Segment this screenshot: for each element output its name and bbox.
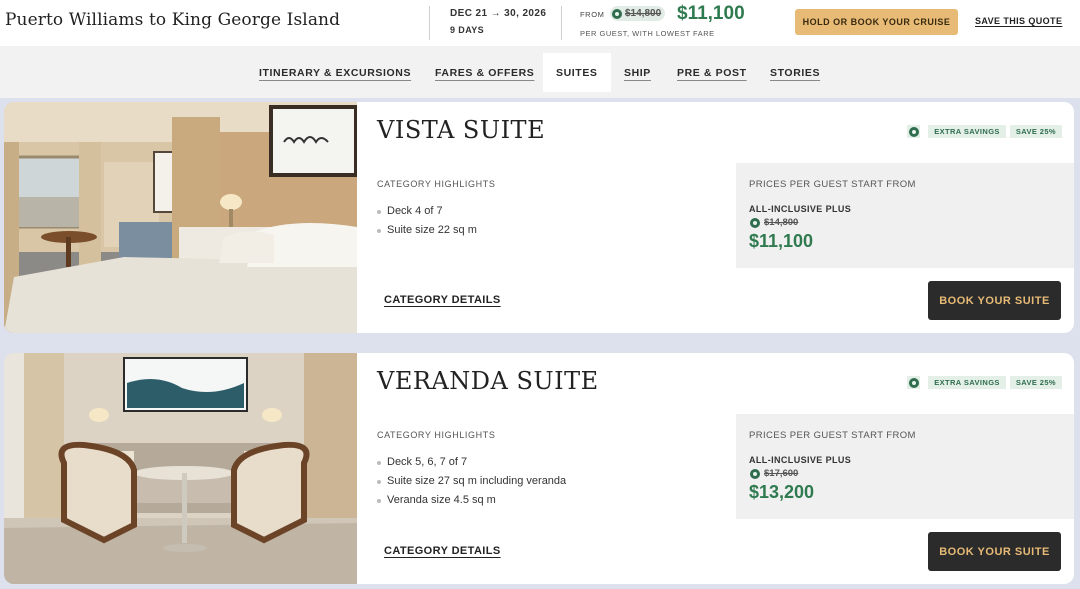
highlight-item: Deck 5, 6, 7 of 7 — [377, 456, 566, 475]
savings-icon — [907, 125, 921, 138]
lowest-price: $11,100 — [677, 3, 745, 24]
fare-tier: ALL-INCLUSIVE PLUS — [749, 455, 852, 465]
highlight-item: Deck 4 of 7 — [377, 205, 477, 224]
price-box: PRICES PER GUEST START FROM ALL-INCLUSIV… — [736, 163, 1074, 268]
tab-label: PRE & POST — [677, 67, 747, 79]
savings-icon — [907, 376, 921, 389]
vista-suite-image — [4, 102, 357, 333]
price-label: PRICES PER GUEST START FROM — [749, 179, 916, 190]
tab-ship[interactable]: SHIP — [624, 46, 651, 92]
per-guest-note: PER GUEST, WITH LOWEST FARE — [580, 29, 715, 38]
suite-photo[interactable] — [4, 102, 357, 333]
trip-dates: DEC 21 → 30, 2026 — [450, 8, 547, 19]
suite-card: VISTA SUITE EXTRA SAVINGS SAVE 25% CATEG… — [4, 102, 1074, 333]
save-quote-link[interactable]: SAVE THIS QUOTE — [975, 16, 1062, 26]
tab-itinerary[interactable]: ITINERARY & EXCURSIONS — [259, 46, 411, 92]
savings-icon — [612, 8, 622, 19]
suite-card: VERANDA SUITE EXTRA SAVINGS SAVE 25% CAT… — [4, 353, 1074, 584]
suite-name: VISTA SUITE — [377, 116, 546, 144]
tab-stories[interactable]: STORIES — [770, 46, 820, 92]
original-price-pill: $14,800 — [610, 6, 666, 21]
book-suite-button[interactable]: BOOK YOUR SUITE — [928, 281, 1061, 320]
fare-tier: ALL-INCLUSIVE PLUS — [749, 204, 852, 214]
divider — [561, 6, 562, 40]
tab-fares[interactable]: FARES & OFFERS — [435, 46, 534, 92]
suite-price: $11,100 — [749, 231, 814, 251]
price-box: PRICES PER GUEST START FROM ALL-INCLUSIV… — [736, 414, 1074, 519]
original-price-row: $14,800 — [750, 217, 798, 228]
tab-label: SHIP — [624, 67, 651, 79]
highlights-title: CATEGORY HIGHLIGHTS — [377, 430, 496, 440]
original-price: $14,800 — [764, 217, 799, 228]
highlight-item: Suite size 22 sq m — [377, 224, 477, 243]
save-percent-badge: SAVE 25% — [1009, 376, 1062, 389]
tab-label: FARES & OFFERS — [435, 67, 535, 79]
suite-photo[interactable] — [4, 353, 357, 584]
tab-label: ITINERARY & EXCURSIONS — [259, 67, 412, 79]
divider — [429, 6, 430, 40]
highlights-list: Deck 5, 6, 7 of 7 Suite size 27 sq m inc… — [377, 456, 566, 513]
price-label: PRICES PER GUEST START FROM — [749, 430, 916, 441]
original-price: $17,600 — [764, 468, 799, 479]
badge-row: EXTRA SAVINGS SAVE 25% — [907, 376, 1062, 389]
suite-price: $13,200 — [749, 482, 815, 502]
tab-pre-post[interactable]: PRE & POST — [677, 46, 747, 92]
highlights-list: Deck 4 of 7 Suite size 22 sq m — [377, 205, 477, 243]
book-suite-button[interactable]: BOOK YOUR SUITE — [928, 532, 1061, 571]
hold-or-book-button[interactable]: HOLD OR BOOK YOUR CRUISE — [795, 9, 958, 35]
tab-label: SUITES — [556, 67, 598, 79]
tab-label: STORIES — [770, 67, 821, 79]
category-details-link[interactable]: CATEGORY DETAILS — [384, 545, 501, 557]
cruise-header: Puerto Williams to King George Island DE… — [0, 0, 1080, 46]
highlight-item: Suite size 27 sq m including veranda — [377, 475, 566, 494]
original-price: $14,800 — [625, 8, 662, 19]
badge-row: EXTRA SAVINGS SAVE 25% — [907, 125, 1062, 138]
save-percent-badge: SAVE 25% — [1009, 125, 1062, 138]
extra-savings-badge: EXTRA SAVINGS — [928, 376, 1006, 389]
tab-suites[interactable]: SUITES — [543, 53, 611, 92]
suite-name: VERANDA SUITE — [377, 367, 599, 395]
savings-icon — [750, 217, 760, 228]
from-label: FROM — [580, 10, 605, 19]
veranda-suite-image — [4, 353, 357, 584]
section-nav: ITINERARY & EXCURSIONS FARES & OFFERS SU… — [0, 46, 1080, 98]
savings-icon — [750, 468, 760, 479]
trip-duration: 9 DAYS — [450, 25, 485, 35]
highlights-title: CATEGORY HIGHLIGHTS — [377, 179, 496, 189]
extra-savings-badge: EXTRA SAVINGS — [928, 125, 1006, 138]
category-details-link[interactable]: CATEGORY DETAILS — [384, 294, 501, 306]
highlight-item: Veranda size 4.5 sq m — [377, 494, 566, 513]
trip-title: Puerto Williams to King George Island — [5, 10, 341, 30]
original-price-row: $17,600 — [750, 468, 798, 479]
